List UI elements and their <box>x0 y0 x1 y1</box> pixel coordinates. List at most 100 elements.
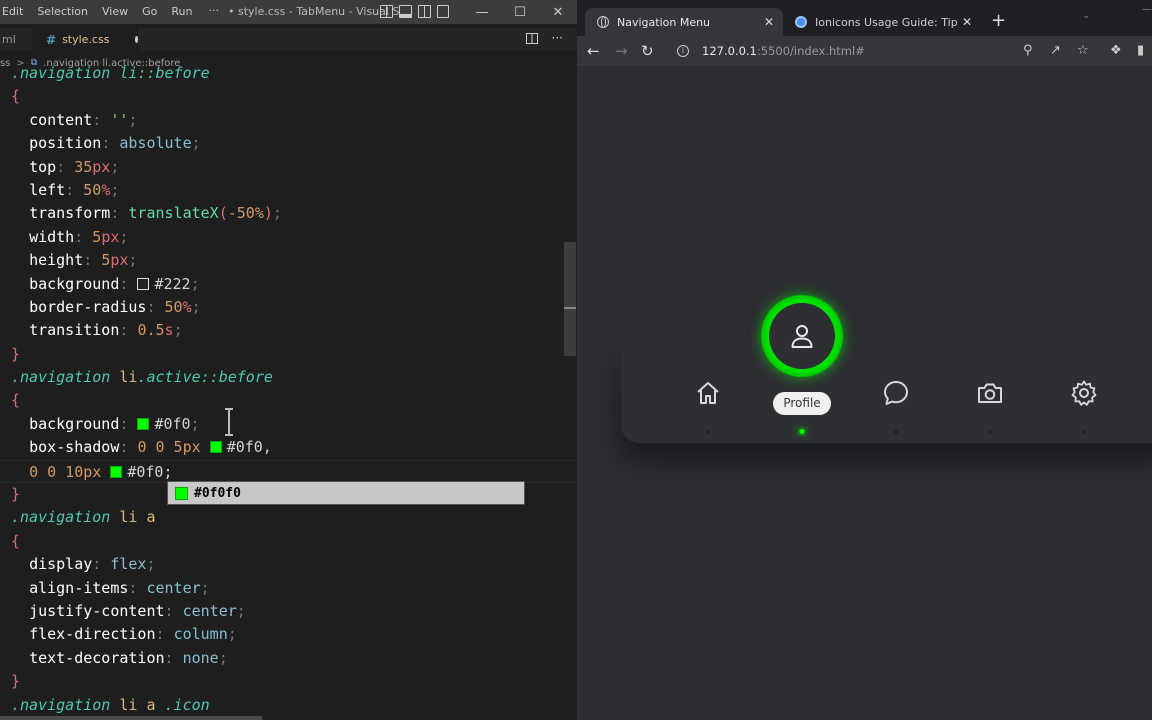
vscode-window: Edit Selection View Go Run ··· • style.c… <box>0 0 577 720</box>
code-line: content: ''; <box>29 110 138 129</box>
active-indicator-dot <box>799 429 804 434</box>
active-indicator-inner <box>769 303 835 369</box>
tab-previous[interactable]: ml <box>0 28 28 51</box>
code-line: { <box>11 87 21 106</box>
code-line: flex-direction: column; <box>29 625 237 644</box>
browser-window: Navigation Menu ✕ Ionicons Usage Guide: … <box>577 0 1152 720</box>
browser-tab-ionicons[interactable]: Ionicons Usage Guide: Tips for in ✕ <box>783 8 981 36</box>
layout-controls <box>380 5 449 18</box>
code-line: background: #222; <box>29 274 200 293</box>
code-line: .navigation li::before <box>0 62 577 85</box>
globe-icon <box>597 16 609 28</box>
editor-tabs: ml # style.css <box>0 28 577 51</box>
share-icon[interactable]: ↗ <box>1050 43 1061 58</box>
site-favicon-icon <box>795 16 807 28</box>
nav-indicator-dot <box>987 430 992 434</box>
camera-icon <box>977 383 1002 403</box>
active-indicator-ring[interactable] <box>761 295 843 377</box>
forward-icon[interactable]: → <box>615 42 628 60</box>
code-line: .navigation li a .icon <box>11 695 210 714</box>
menu-more[interactable]: ··· <box>199 0 228 24</box>
menu-selection[interactable]: Selection <box>30 0 95 24</box>
code-line: } <box>11 672 21 691</box>
code-line: transform: translateX(-50%); <box>29 204 282 223</box>
site-info-icon[interactable]: i <box>677 45 689 57</box>
window-controls: — ☐ ✕ <box>463 0 577 24</box>
code-line: text-decoration: none; <box>29 648 228 667</box>
browser-window-controls: — <box>1142 4 1152 15</box>
extensions-puzzle-icon[interactable]: ❖ <box>1110 43 1122 58</box>
code-line: { <box>11 531 21 550</box>
zoom-icon[interactable]: ⚲ <box>1023 43 1033 58</box>
autocomplete-suggestion[interactable]: #0f0f0 <box>167 481 525 505</box>
split-editor-icon[interactable] <box>525 33 538 44</box>
chat-bubble-icon <box>883 381 908 405</box>
code-line: left: 50%; <box>29 180 120 199</box>
settings-icon <box>1071 380 1096 406</box>
customize-layout-icon[interactable] <box>437 5 449 18</box>
code-line: .navigation li.active::before <box>11 368 273 387</box>
nav-indicator-dot <box>705 430 710 434</box>
menu-view[interactable]: View <box>95 0 135 24</box>
maximize-icon[interactable]: ☐ <box>501 0 539 24</box>
tab-title: Ionicons Usage Guide: Tips for in <box>815 15 957 29</box>
code-line: transition: 0.5s; <box>29 321 183 340</box>
tab-search-icon[interactable]: ⌄ <box>1082 11 1090 21</box>
nav-item-settings[interactable] <box>1037 341 1130 443</box>
color-swatch[interactable] <box>110 465 123 478</box>
code-line: .navigation li a <box>11 508 156 527</box>
toggle-secondary-sidebar-icon[interactable] <box>418 5 431 18</box>
menu-edit[interactable]: Edit <box>0 0 30 24</box>
close-icon[interactable]: ✕ <box>539 0 577 24</box>
color-suggestion-icon <box>175 486 188 500</box>
title-bar: Edit Selection View Go Run ··· • style.c… <box>0 0 577 24</box>
navigation-menu <box>621 341 1152 443</box>
suggestion-label: #0f0f0 <box>194 485 241 501</box>
minimize-icon[interactable]: — <box>1142 4 1152 15</box>
code-line: box-shadow: 0 0 5px #0f0, <box>29 438 272 457</box>
code-editor[interactable]: .navigation li::before { content: ''; po… <box>0 62 577 717</box>
browser-tab-navigation-menu[interactable]: Navigation Menu ✕ <box>585 8 783 36</box>
browser-tab-strip: Navigation Menu ✕ Ionicons Usage Guide: … <box>577 0 1152 40</box>
code-line: display: flex; <box>29 555 156 574</box>
color-swatch[interactable] <box>137 277 150 290</box>
color-swatch[interactable] <box>137 417 150 430</box>
minimize-icon[interactable]: — <box>463 0 501 24</box>
unsaved-dot-icon[interactable] <box>135 36 138 43</box>
nav-item-chat[interactable] <box>849 341 942 443</box>
horizontal-scrollbar[interactable] <box>0 716 262 720</box>
close-tab-icon[interactable]: ✕ <box>957 15 977 29</box>
close-tab-icon[interactable]: ✕ <box>759 15 779 29</box>
code-line: align-items: center; <box>29 578 210 597</box>
toggle-sidebar-icon[interactable] <box>380 5 393 18</box>
code-line: { <box>11 391 21 410</box>
mouse-cursor <box>225 408 233 436</box>
more-actions-icon[interactable]: ··· <box>552 32 563 44</box>
page-viewport: Profile <box>577 66 1152 720</box>
back-icon[interactable]: ← <box>587 42 600 60</box>
tab-style-css[interactable]: # style.css <box>32 28 138 51</box>
side-panel-icon[interactable]: ▮ <box>1137 43 1144 58</box>
css-file-icon: # <box>46 32 57 47</box>
code-line: width: 5px; <box>29 227 129 246</box>
editor-actions: ··· <box>525 32 563 44</box>
scrollbar-cursor-marker <box>564 307 576 309</box>
bookmark-star-icon[interactable]: ☆ <box>1077 43 1089 58</box>
browser-toolbar: ← → ↻ i 127.0.0.1:5500/index.html# ⚲ ↗ ☆… <box>577 36 1152 66</box>
home-icon <box>696 382 719 404</box>
tab-label: style.css <box>62 33 110 46</box>
new-tab-icon[interactable]: + <box>991 10 1006 32</box>
nav-indicator-dot <box>893 430 898 434</box>
code-line-current: 0 0 10px #0f0; <box>0 459 577 484</box>
vertical-scrollbar[interactable] <box>564 242 576 356</box>
code-line: height: 5px; <box>29 251 138 270</box>
toggle-panel-icon[interactable] <box>399 5 412 18</box>
menu-run[interactable]: Run <box>164 0 199 24</box>
nav-item-home[interactable] <box>661 341 754 443</box>
url-text[interactable]: 127.0.0.1:5500/index.html# <box>702 44 865 58</box>
reload-icon[interactable]: ↻ <box>641 42 654 60</box>
address-bar[interactable]: i 127.0.0.1:5500/index.html# <box>669 39 1069 63</box>
menu-go[interactable]: Go <box>135 0 164 24</box>
color-swatch[interactable] <box>209 441 222 454</box>
nav-item-camera[interactable] <box>943 341 1036 443</box>
